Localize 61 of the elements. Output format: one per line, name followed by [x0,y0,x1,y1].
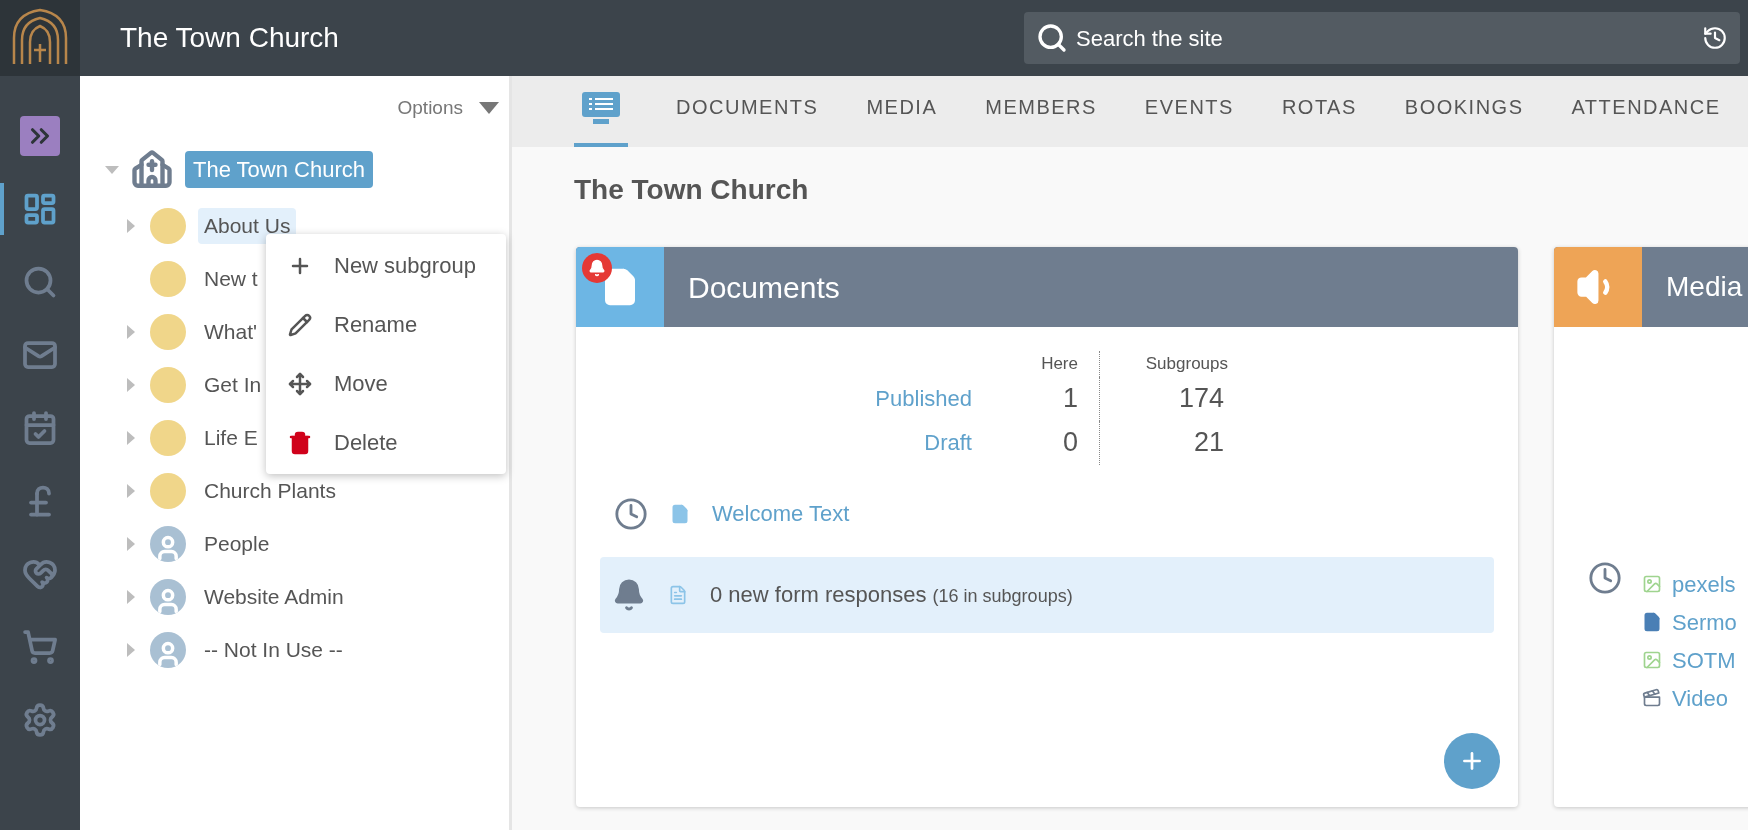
group-icon [150,314,186,350]
card-title: Documents [688,269,840,306]
menu-item[interactable]: Delete [266,413,506,472]
nav-tab[interactable]: DOCUMENTS [676,87,819,147]
group-icon [150,420,186,456]
search-icon [1036,22,1068,54]
nav-tab[interactable]: ATTENDANCE [1571,87,1721,147]
clock-icon [614,496,648,531]
nav-tab[interactable]: EVENTS [1144,87,1234,147]
tree-item[interactable]: New t [198,261,264,297]
tree-item[interactable]: About Us [198,208,297,244]
nav-tab[interactable]: ROTAS [1281,87,1357,147]
search-field[interactable]: Search the site [1024,12,1740,64]
nav-tab[interactable]: MEDIA [866,87,938,147]
site-title: The Town Church [120,21,339,55]
caret-icon [479,102,499,115]
image-icon [1642,650,1662,670]
tree-item[interactable]: Church Plants [198,473,342,509]
menu-item[interactable]: Move [266,354,506,413]
table-cell-text: 1 [1061,382,1079,416]
tree-item[interactable]: People [198,526,276,562]
table-cell-text: 174 [1177,382,1225,416]
history-icon[interactable] [1702,25,1728,51]
group-icon [150,261,186,297]
table-cell-text: 0 [1061,426,1079,460]
church-icon [131,148,173,191]
image-icon [1642,574,1662,594]
tree-item[interactable]: Life E [198,420,264,456]
group-icon [150,208,186,244]
document-icon [670,503,690,524]
person-icon [150,632,186,668]
nav-tab[interactable]: MEMBERS [985,87,1097,147]
document-icon [1642,612,1662,632]
trash-icon [288,430,312,455]
page-title: The Town Church [574,173,810,207]
add-button[interactable] [1444,733,1500,789]
tree-item[interactable]: Get In [198,367,268,403]
group-icon [150,367,186,403]
tree-item[interactable]: Website Admin [198,579,350,615]
move-icon [288,371,312,396]
card-title: Media [1666,270,1743,304]
pencil-icon [288,312,312,337]
column-header: Subgroups [1144,353,1228,375]
options-button[interactable]: Options [397,94,499,123]
person-icon [150,579,186,615]
person-icon [150,526,186,562]
clock-icon [1588,561,1622,595]
clapperboard-icon [1642,688,1662,708]
logo-tile[interactable] [0,0,80,76]
column-header: Here [1040,353,1079,375]
menu-item[interactable]: Rename [266,295,506,354]
monitor-icon [581,91,621,125]
bell-icon [612,577,646,612]
notice-text: 0 new form responses (16 in subgroups) [710,581,1073,609]
tree-item[interactable]: -- Not In Use -- [198,632,349,668]
search-input[interactable]: Search the site [1076,21,1694,55]
document-icon [668,584,688,605]
group-icon [150,473,186,509]
nav-tab[interactable]: BOOKINGS [1404,87,1524,147]
tree-item[interactable]: What' [198,314,264,350]
table-cell-text: 21 [1192,426,1225,460]
